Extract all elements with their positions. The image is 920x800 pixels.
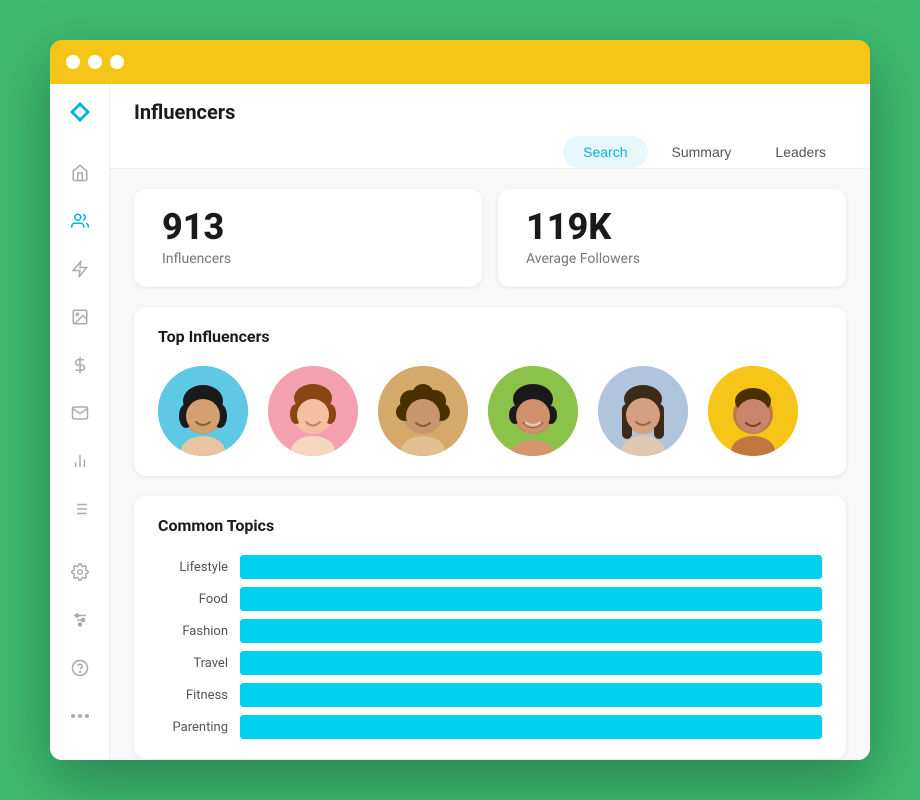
tab-summary[interactable]: Summary: [652, 136, 752, 168]
browser-titlebar: [50, 40, 870, 84]
bar-label-fashion: Fashion: [158, 624, 228, 639]
stat-label-influencers: Influencers: [162, 251, 454, 267]
bar-chart: Lifestyle Food Fashion Travel: [158, 555, 822, 739]
sidebar-item-more[interactable]: [60, 696, 100, 736]
tab-leaders[interactable]: Leaders: [755, 136, 846, 168]
page-title: Influencers: [134, 100, 846, 136]
bar-label-food: Food: [158, 592, 228, 607]
browser-window: Influencers Search Summary Leaders 913 I…: [50, 40, 870, 760]
bar-label-travel: Travel: [158, 656, 228, 671]
main-content: Influencers Search Summary Leaders 913 I…: [110, 84, 870, 760]
sidebar-nav: [60, 153, 100, 552]
bar-row-parenting: Parenting: [158, 715, 822, 739]
bar-track-parenting: [240, 715, 822, 739]
bar-label-fitness: Fitness: [158, 688, 228, 703]
stat-value-influencers: 913: [162, 209, 454, 245]
bar-track-travel: [240, 651, 822, 675]
avatar-2[interactable]: [268, 366, 358, 456]
sidebar-item-influencers[interactable]: [60, 201, 100, 241]
stat-card-followers: 119K Average Followers: [498, 189, 846, 287]
sidebar-logo: [68, 100, 92, 129]
sidebar-item-messages[interactable]: [60, 393, 100, 433]
browser-body: Influencers Search Summary Leaders 913 I…: [50, 84, 870, 760]
bar-row-travel: Travel: [158, 651, 822, 675]
stats-section: 913 Influencers 119K Average Followers: [110, 169, 870, 307]
avatar-1[interactable]: [158, 366, 248, 456]
bar-row-lifestyle: Lifestyle: [158, 555, 822, 579]
sidebar-item-settings[interactable]: [60, 552, 100, 592]
sidebar-item-media[interactable]: [60, 297, 100, 337]
bar-track-fashion: [240, 619, 822, 643]
bar-row-fitness: Fitness: [158, 683, 822, 707]
dot-1: [66, 55, 80, 69]
tabs: Search Summary Leaders: [134, 136, 846, 168]
avatar-6[interactable]: [708, 366, 798, 456]
sidebar-item-activity[interactable]: [60, 249, 100, 289]
bar-track-lifestyle: [240, 555, 822, 579]
sidebar-item-finance[interactable]: [60, 345, 100, 385]
sidebar-item-list[interactable]: [60, 489, 100, 529]
avatar-3[interactable]: [378, 366, 468, 456]
sidebar-item-analytics[interactable]: [60, 441, 100, 481]
avatar-5[interactable]: [598, 366, 688, 456]
sidebar-item-help[interactable]: [60, 648, 100, 688]
bar-label-parenting: Parenting: [158, 720, 228, 735]
common-topics-title: Common Topics: [158, 516, 822, 535]
sidebar: [50, 84, 110, 760]
top-influencers-section: Top Influencers: [134, 307, 846, 476]
bar-row-fashion: Fashion: [158, 619, 822, 643]
bar-track-fitness: [240, 683, 822, 707]
stat-label-followers: Average Followers: [526, 251, 818, 267]
page-header: Influencers Search Summary Leaders: [110, 84, 870, 169]
stat-card-influencers: 913 Influencers: [134, 189, 482, 287]
bar-row-food: Food: [158, 587, 822, 611]
bar-track-food: [240, 587, 822, 611]
bar-label-lifestyle: Lifestyle: [158, 560, 228, 575]
dot-2: [88, 55, 102, 69]
common-topics-section: Common Topics Lifestyle Food Fashion: [134, 496, 846, 759]
avatars-row: [158, 366, 822, 456]
top-influencers-title: Top Influencers: [158, 327, 822, 346]
avatar-4[interactable]: [488, 366, 578, 456]
dot-3: [110, 55, 124, 69]
sidebar-bottom: [60, 552, 100, 744]
sidebar-item-home[interactable]: [60, 153, 100, 193]
tab-search[interactable]: Search: [563, 136, 647, 168]
stat-value-followers: 119K: [526, 209, 818, 245]
sidebar-item-filters[interactable]: [60, 600, 100, 640]
